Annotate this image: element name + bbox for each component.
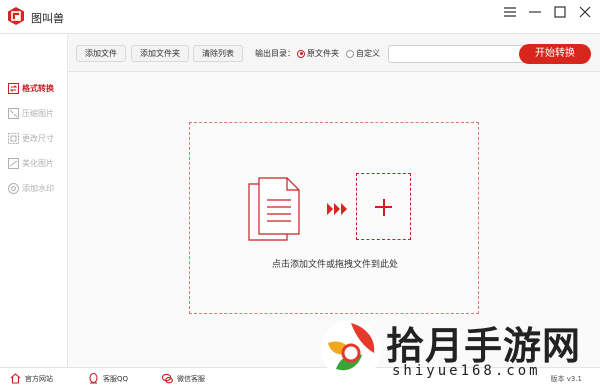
swap-icon: [7, 83, 19, 95]
official-website-link[interactable]: 官方网站: [10, 373, 53, 384]
sidebar-item-label: 美化图片: [22, 159, 54, 168]
sidebar-item-beautify[interactable]: 美化图片: [0, 151, 67, 176]
sidebar-item-label: 添加水印: [22, 184, 54, 193]
qq-support-link[interactable]: 客服QQ: [88, 373, 128, 384]
add-folder-button[interactable]: 添加文件夹: [131, 45, 189, 62]
watermark-icon: [7, 183, 19, 195]
qq-icon: [89, 373, 98, 384]
compress-icon: [7, 108, 19, 120]
menu-icon[interactable]: [501, 4, 519, 20]
radio-dot-unchecked: [346, 49, 354, 58]
sidebar-item-label: 更改尺寸: [22, 134, 54, 143]
sidebar-item-resize[interactable]: 更改尺寸: [0, 126, 67, 151]
sidebar: 格式转换 压缩图片 更改尺寸 美化图片 添加水印: [0, 34, 68, 367]
start-convert-button[interactable]: 开始转换: [519, 44, 591, 64]
drop-zone-hint: 点击添加文件或拖拽文件到此处: [271, 260, 398, 270]
sidebar-item-label: 格式转换: [22, 84, 54, 93]
app-title: 图叫兽: [31, 12, 64, 25]
clear-list-button[interactable]: 清除列表: [193, 45, 243, 62]
documents-icon: [248, 177, 300, 241]
footer-link-label: 微信客服: [177, 374, 205, 383]
wechat-icon: [162, 373, 173, 384]
add-plus-icon[interactable]: [356, 173, 411, 240]
add-file-button[interactable]: 添加文件: [76, 45, 126, 62]
radio-dot-checked: [297, 49, 305, 58]
main-area: 点击添加文件或拖拽文件到此处: [68, 72, 600, 367]
sidebar-item-label: 压缩图片: [22, 109, 54, 118]
output-dir-label: 输出目录：: [255, 49, 295, 58]
version-label: 版本 v3.1: [550, 375, 583, 383]
footer-link-label: 客服QQ: [103, 374, 129, 383]
footer-link-label: 官方网站: [25, 374, 53, 383]
sidebar-item-compress[interactable]: 压缩图片: [0, 101, 67, 126]
file-drop-zone[interactable]: 点击添加文件或拖拽文件到此处: [189, 122, 479, 314]
radio-label: 原文件夹: [307, 49, 339, 58]
sidebar-item-watermark[interactable]: 添加水印: [0, 176, 67, 201]
sidebar-item-format-convert[interactable]: 格式转换: [0, 76, 67, 101]
title-bar: 图叫兽: [0, 0, 600, 34]
home-icon: [10, 373, 21, 384]
minimize-icon[interactable]: [526, 4, 544, 20]
beautify-icon: [7, 158, 19, 170]
footer: 官方网站 客服QQ 微信客服 版本 v3.1: [0, 367, 600, 389]
maximize-icon[interactable]: [551, 4, 569, 20]
radio-original-folder[interactable]: 原文件夹: [297, 48, 339, 59]
close-icon[interactable]: [576, 4, 594, 20]
toolbar: 添加文件 添加文件夹 清除列表 输出目录： 原文件夹 自定义 开始转换: [68, 34, 600, 72]
radio-custom-folder[interactable]: 自定义: [346, 48, 380, 59]
radio-label: 自定义: [356, 49, 380, 58]
app-logo-icon: [8, 7, 24, 25]
resize-icon: [7, 133, 19, 145]
arrow-right-icon: [327, 203, 347, 215]
wechat-support-link[interactable]: 微信客服: [162, 373, 205, 384]
